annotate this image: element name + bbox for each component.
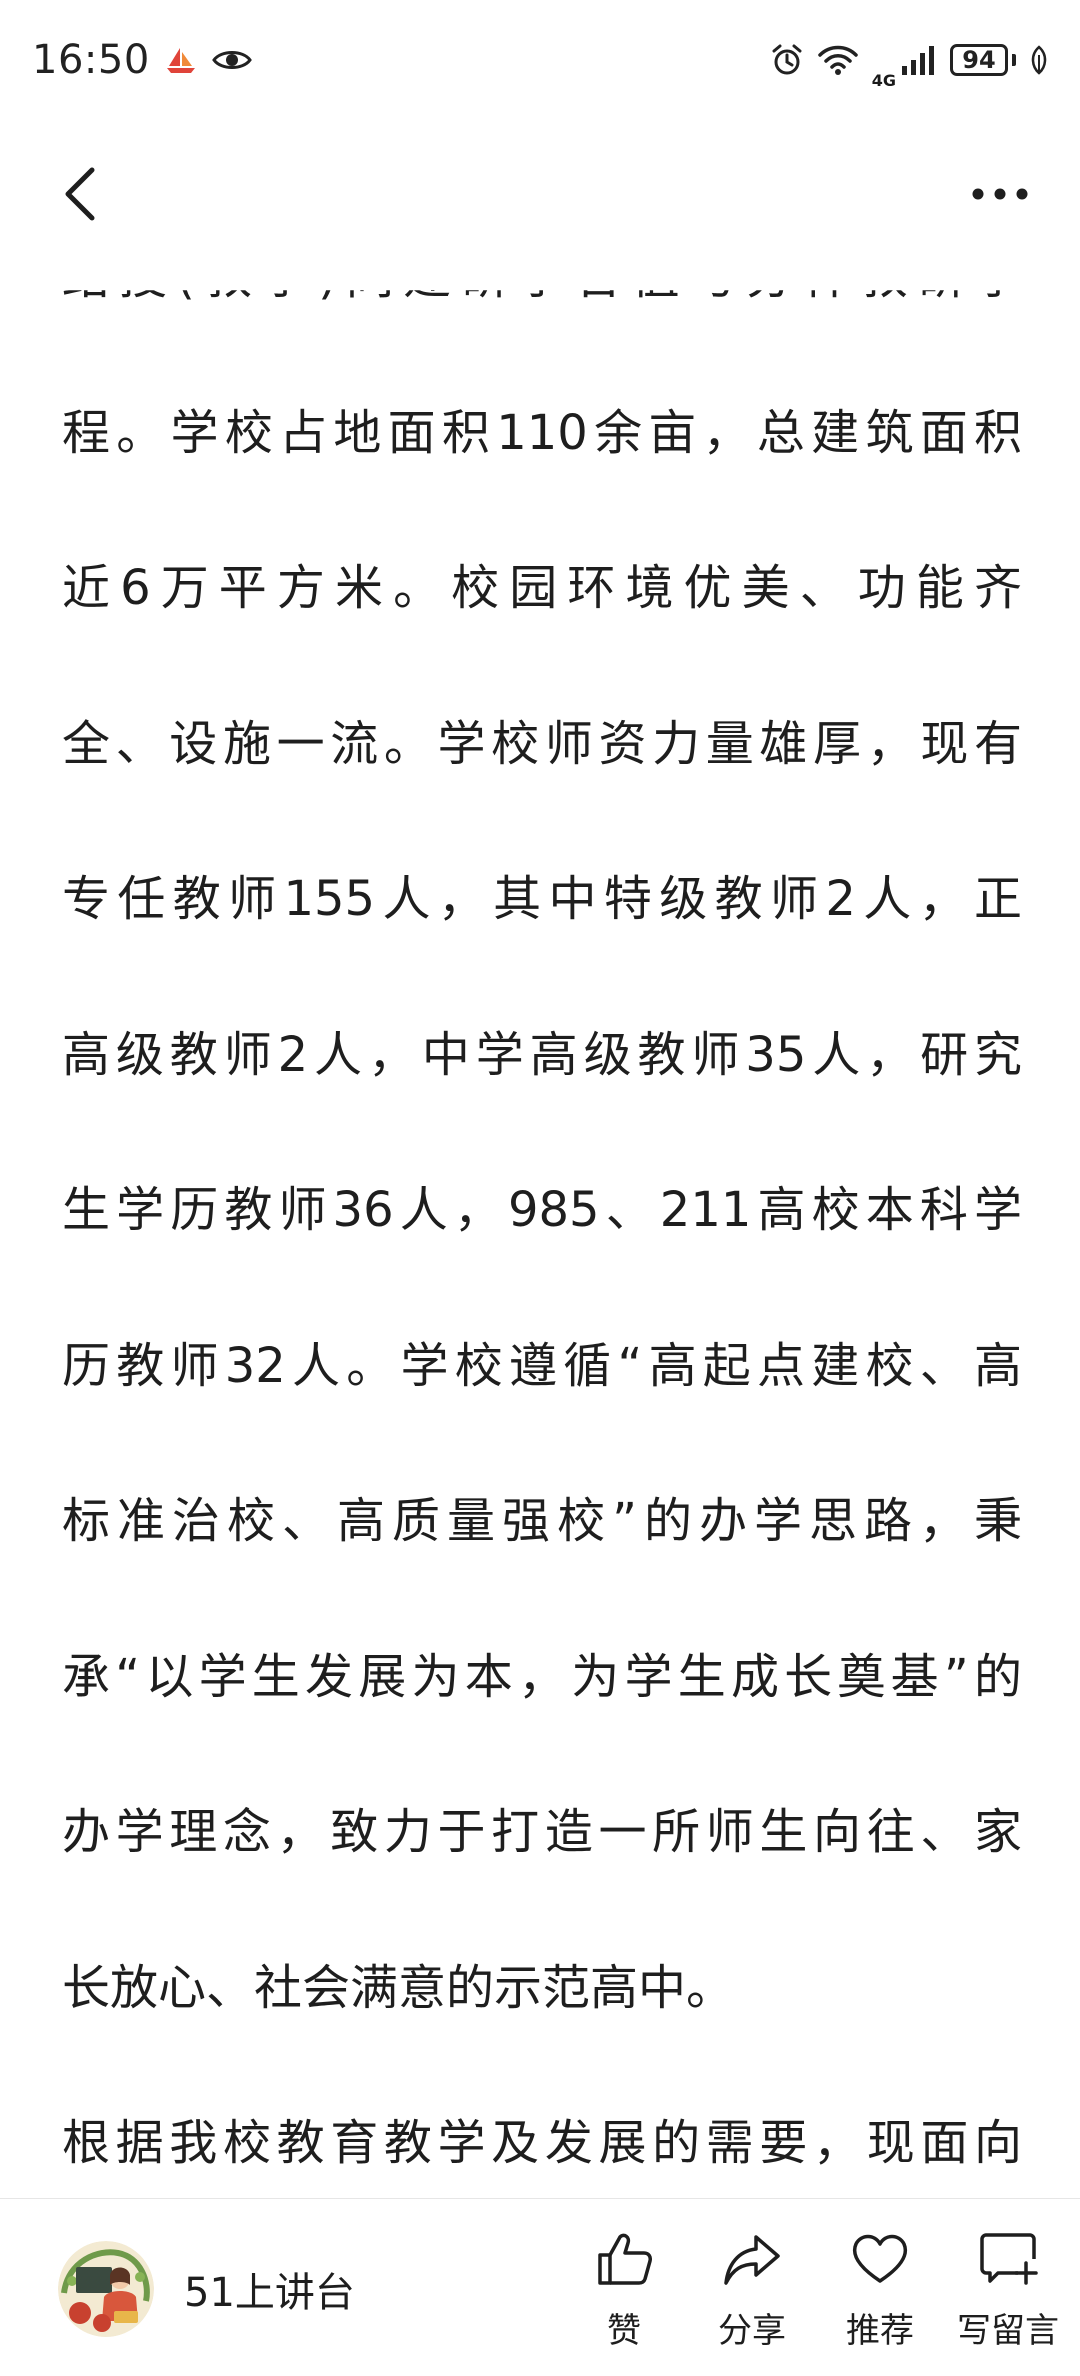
- heart-icon: [852, 2234, 908, 2283]
- battery-indicator: 94: [950, 44, 1016, 76]
- article-line-4: 专任教师155人，其中特级教师2人，正: [62, 871, 1022, 927]
- alarm-icon: [770, 43, 804, 77]
- article-content: 结授(教学)同建研学合值与分样教研学 程。学校占地面积110余亩，总建筑面积 近…: [0, 250, 1080, 2198]
- recommend-label: 推荐: [846, 2311, 914, 2351]
- more-options-button[interactable]: [960, 162, 1040, 226]
- write-comment-label: 写留言: [957, 2311, 1059, 2351]
- recommend-button[interactable]: 推荐: [816, 2229, 944, 2352]
- article-line-5: 高级教师2人，中学高级教师35人，研究: [62, 1026, 1022, 1083]
- status-left: 16:50: [32, 37, 252, 83]
- article-line-next-paragraph: 根据我校教育教学及发展的需要，现面向: [62, 2115, 1022, 2171]
- bottom-action-bar: 51上讲台 赞 分享 推荐 写留言: [0, 2198, 1080, 2376]
- article-line-2: 近6万平方米。校园环境优美、功能齐: [62, 560, 1022, 616]
- top-navigation: [0, 140, 1080, 250]
- article-line-3: 全、设施一流。学校师资力量雄厚，现有: [62, 715, 1022, 772]
- article-line-1: 程。学校占地面积110余亩，总建筑面积: [62, 404, 1022, 461]
- article-line-10: 办学理念，致力于打造一所师生向往、家: [62, 1804, 1022, 1860]
- status-time: 16:50: [32, 37, 150, 83]
- back-button[interactable]: [48, 162, 112, 226]
- leaf-power-saving-icon: [1030, 45, 1048, 75]
- comment-add-icon: [980, 2233, 1038, 2285]
- article-line-9: 承“以学生发展为本，为学生成长奠基”的: [62, 1648, 1022, 1705]
- article-line-11: 长放心、社会满意的示范高中。: [62, 1959, 735, 2016]
- article-text: 结授(教学)同建研学合值与分样教研学 程。学校占地面积110余亩，总建筑面积 近…: [62, 250, 1022, 2198]
- status-bar: 16:50 4G 94: [0, 0, 1080, 120]
- status-right: 4G 94: [770, 31, 1048, 89]
- more-dots-icon: [972, 188, 1028, 200]
- account-profile-link[interactable]: 51上讲台: [58, 2241, 355, 2337]
- thumbs-up-icon: [598, 2233, 652, 2285]
- article-line-8: 标准治校、高质量强校”的办学思路，秉: [62, 1493, 1022, 1549]
- article-actions: 赞 分享 推荐 写留言: [560, 2229, 1072, 2352]
- account-avatar: [58, 2241, 154, 2337]
- article-line-7: 历教师32人。学校遵循“高起点建校、高: [62, 1337, 1022, 1394]
- sailboat-notification-icon: [164, 45, 198, 75]
- share-button[interactable]: 分享: [688, 2229, 816, 2352]
- account-name: 51上讲台: [184, 2270, 355, 2316]
- battery-nub: [1012, 54, 1016, 66]
- like-label: 赞: [607, 2311, 641, 2351]
- article-line-6: 生学历教师36人，985、211高校本科学: [62, 1182, 1022, 1238]
- share-label: 分享: [718, 2311, 786, 2351]
- signal-strength-icon: [900, 44, 936, 76]
- wifi-icon: [817, 44, 858, 76]
- chevron-left-icon: [65, 167, 95, 221]
- like-button[interactable]: 赞: [560, 2229, 688, 2352]
- battery-level: 94: [950, 44, 1008, 76]
- write-comment-button[interactable]: 写留言: [944, 2229, 1072, 2352]
- network-type-label: 4G: [871, 71, 896, 90]
- share-arrow-icon: [724, 2235, 780, 2285]
- eye-icon: [211, 47, 252, 73]
- article-line-partial: 结授(教学)同建研学合值与分样教研学: [62, 250, 1022, 305]
